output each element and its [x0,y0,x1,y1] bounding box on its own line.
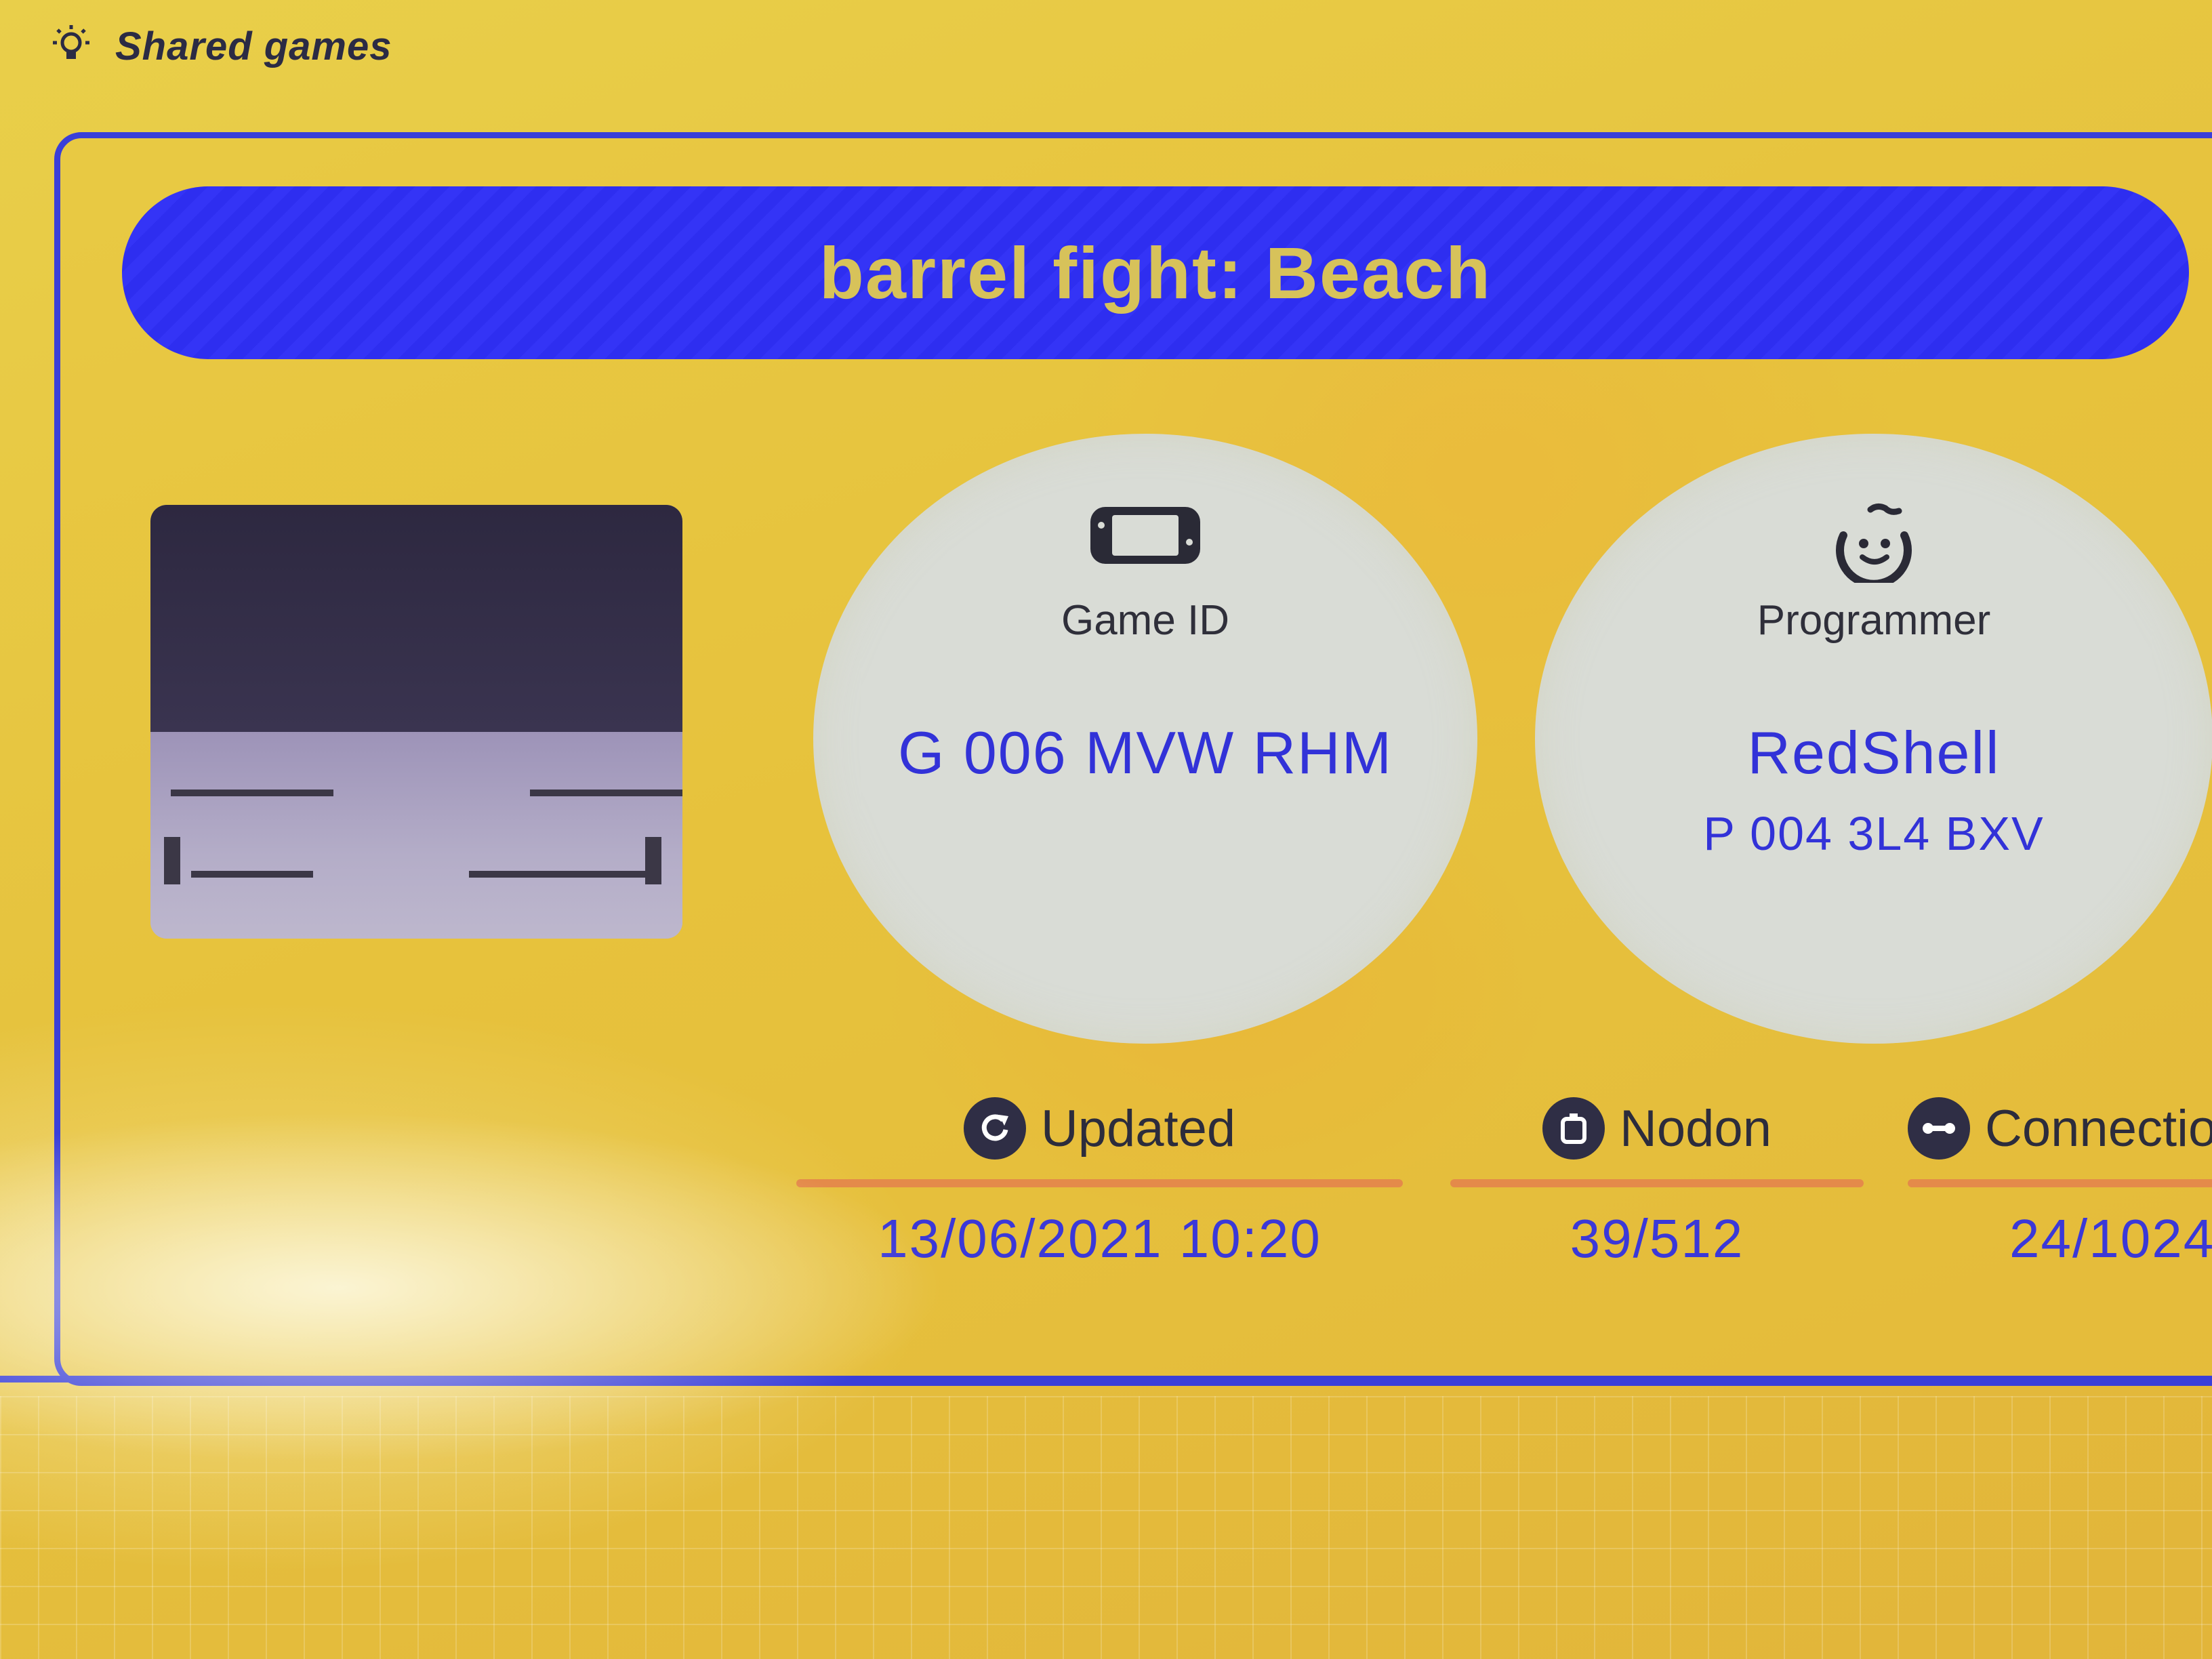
page-title: Shared games [115,24,392,68]
connection-icon [1908,1097,1970,1160]
switch-console-icon [1090,507,1200,564]
updated-label: Updated [1040,1099,1236,1158]
refresh-icon [963,1097,1026,1160]
nodon-icon [1542,1097,1605,1160]
face-icon [1836,503,1912,583]
programmer-label: Programmer [1757,597,1991,644]
background-grid [0,1396,2212,1659]
updated-value: 13/06/2021 10:20 [878,1208,1322,1269]
programmer-id: P 004 3L4 BXV [1703,807,2045,860]
game-title-banner: barrel fight: Beach [122,186,2189,359]
card-bottom-border [0,1376,2212,1382]
lightbulb-icon [53,25,89,59]
header: Shared games [47,12,392,80]
stat-updated: Updated 13/06/2021 10:20 [796,1091,1403,1270]
screen: Shared games barrel fight: Beach Game ID… [0,0,2212,1659]
stat-connections: Connectio 24/1024 [1908,1091,2212,1270]
game-title: barrel fight: Beach [819,232,1492,314]
game-id-value: G 006 MVW RHM [897,719,1393,786]
programmer-panel[interactable]: Programmer RedShell P 004 3L4 BXV [1535,434,2212,1044]
game-id-label: Game ID [1061,597,1230,644]
connections-label: Connectio [1985,1099,2212,1158]
programmer-name: RedShell [1747,719,2001,786]
game-id-panel: Game ID G 006 MVW RHM [813,434,1477,1044]
nodon-value: 39/512 [1570,1208,1744,1269]
nodon-label: Nodon [1620,1099,1771,1158]
game-thumbnail[interactable] [150,505,682,939]
connections-value: 24/1024 [2009,1208,2212,1269]
stat-nodon: Nodon 39/512 [1450,1091,1864,1270]
